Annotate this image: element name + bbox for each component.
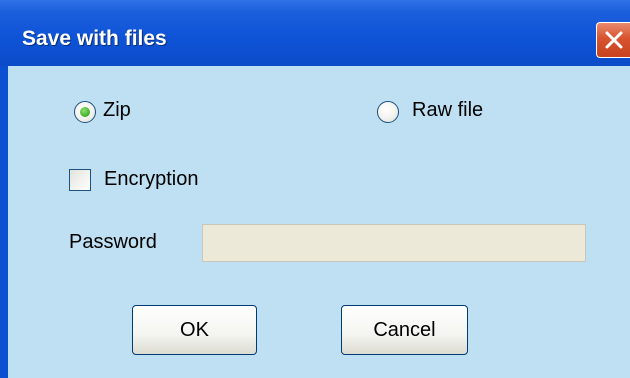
ok-button-label: OK: [180, 318, 209, 341]
raw-file-radio[interactable]: [377, 101, 399, 123]
save-with-files-dialog: Save with files Zip Raw file Encryption …: [0, 0, 630, 378]
ok-button[interactable]: OK: [132, 305, 257, 355]
password-field[interactable]: [202, 224, 586, 262]
zip-label[interactable]: Zip: [103, 99, 131, 122]
close-button[interactable]: [596, 22, 630, 58]
dialog-title: Save with files: [22, 27, 167, 50]
cancel-button[interactable]: Cancel: [341, 305, 468, 355]
radio-selected-dot: [80, 107, 90, 117]
close-icon: [605, 31, 623, 49]
cancel-button-label: Cancel: [373, 318, 436, 341]
raw-file-label[interactable]: Raw file: [412, 99, 483, 122]
encryption-label[interactable]: Encryption: [104, 168, 199, 191]
encryption-checkbox[interactable]: [69, 169, 91, 191]
title-bar[interactable]: Save with files: [0, 0, 630, 66]
password-label: Password: [69, 231, 157, 253]
zip-radio[interactable]: [74, 101, 96, 123]
